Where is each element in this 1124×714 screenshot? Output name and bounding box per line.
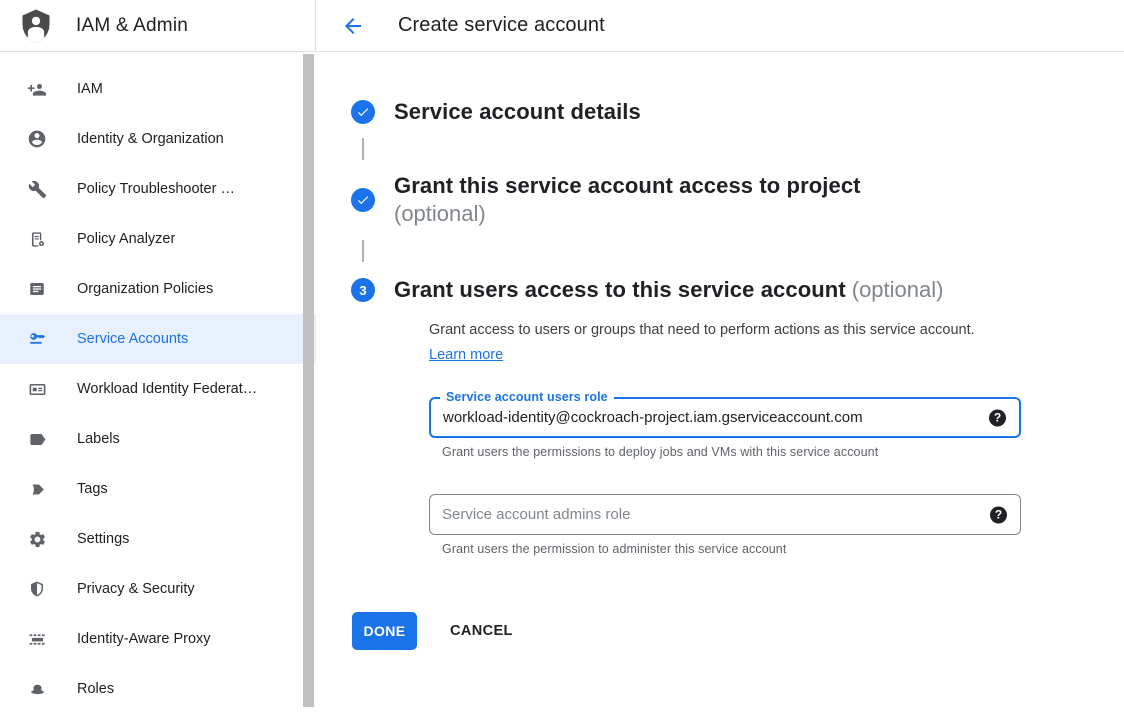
admins-role-field-box: ? bbox=[429, 494, 1021, 535]
cancel-button[interactable]: CANCEL bbox=[450, 623, 513, 639]
sidebar-item-label: Organization Policies bbox=[77, 281, 213, 297]
account-circle-icon bbox=[27, 129, 47, 149]
sidebar-item-label: Policy Troubleshooter … bbox=[77, 181, 235, 197]
stepper-content: Service account details Grant this servi… bbox=[316, 52, 1124, 650]
main-panel: Create service account Service account d… bbox=[316, 0, 1124, 707]
iam-shield-logo-icon bbox=[18, 7, 54, 45]
sidebar-item-label: Service Accounts bbox=[77, 331, 188, 347]
policy-analyzer-icon bbox=[27, 229, 47, 249]
sidebar-item-label: Identity & Organization bbox=[77, 131, 224, 147]
sidebar-item-privacy-security[interactable]: Privacy & Security bbox=[0, 564, 316, 614]
description-text: Grant access to users or groups that nee… bbox=[429, 322, 975, 338]
admins-role-input[interactable] bbox=[430, 495, 1020, 534]
sidebar-item-label: Tags bbox=[77, 481, 108, 497]
sidebar-item-label: Roles bbox=[77, 681, 114, 697]
tag-icon bbox=[27, 479, 47, 499]
back-arrow-icon[interactable] bbox=[341, 14, 365, 38]
shield-icon bbox=[27, 579, 47, 599]
admins-role-field-group: ? Grant users the permission to administ… bbox=[429, 494, 1124, 556]
person-add-icon bbox=[27, 79, 47, 99]
sidebar-item-label: Labels bbox=[77, 431, 120, 447]
sidebar-item-settings[interactable]: Settings bbox=[0, 514, 316, 564]
hat-icon bbox=[27, 679, 47, 699]
sidebar-item-label: Settings bbox=[77, 531, 129, 547]
sidebar-nav: IAM Identity & Organization Policy Troub… bbox=[0, 52, 316, 714]
sidebar-item-service-accounts[interactable]: Service Accounts bbox=[0, 314, 316, 364]
gear-icon bbox=[27, 529, 47, 549]
sidebar-item-label: IAM bbox=[77, 81, 103, 97]
step-3-body: Grant access to users or groups that nee… bbox=[429, 318, 1124, 650]
page-header: Create service account bbox=[316, 0, 1124, 52]
step-2: Grant this service account access to pro… bbox=[351, 172, 1124, 228]
step-3-title: Grant users access to this service accou… bbox=[394, 277, 846, 302]
stepper-connector bbox=[362, 138, 364, 160]
sidebar-item-iam[interactable]: IAM bbox=[0, 64, 316, 114]
sidebar-item-policy-analyzer[interactable]: Policy Analyzer bbox=[0, 214, 316, 264]
sidebar-item-labels[interactable]: Labels bbox=[0, 414, 316, 464]
step-2-check-icon bbox=[351, 188, 375, 212]
sidebar-item-policy-troubleshooter[interactable]: Policy Troubleshooter … bbox=[0, 164, 316, 214]
users-role-input[interactable] bbox=[431, 399, 1019, 436]
step-3-description: Grant access to users or groups that nee… bbox=[429, 318, 987, 368]
badge-card-icon bbox=[27, 379, 47, 399]
sidebar-item-label: Privacy & Security bbox=[77, 581, 195, 597]
learn-more-link[interactable]: Learn more bbox=[429, 347, 503, 363]
users-role-field-box: Service account users role ? bbox=[429, 397, 1021, 438]
form-actions: DONE CANCEL bbox=[352, 612, 1124, 650]
sidebar-item-identity-organization[interactable]: Identity & Organization bbox=[0, 114, 316, 164]
product-title: IAM & Admin bbox=[76, 15, 188, 37]
document-lines-icon bbox=[27, 279, 47, 299]
proxy-icon bbox=[27, 629, 47, 649]
done-button[interactable]: DONE bbox=[352, 612, 417, 650]
admins-role-helper-text: Grant users the permission to administer… bbox=[429, 542, 1124, 556]
users-role-field-label: Service account users role bbox=[440, 390, 614, 404]
stepper-connector bbox=[362, 240, 364, 262]
step-1-check-icon bbox=[351, 100, 375, 124]
label-icon bbox=[27, 429, 47, 449]
users-role-helper-text: Grant users the permissions to deploy jo… bbox=[429, 445, 1124, 459]
step-3-number-badge: 3 bbox=[351, 278, 375, 302]
step-1-title: Service account details bbox=[394, 99, 641, 124]
wrench-icon bbox=[27, 179, 47, 199]
step-3-optional-label: (optional) bbox=[852, 277, 944, 302]
service-account-key-icon bbox=[27, 329, 47, 349]
step-2-title: Grant this service account access to pro… bbox=[394, 172, 861, 200]
step-2-optional-label: (optional) bbox=[394, 200, 861, 228]
sidebar-item-workload-identity-federation[interactable]: Workload Identity Federat… bbox=[0, 364, 316, 414]
users-role-field-group: Service account users role ? Grant users… bbox=[429, 397, 1124, 459]
sidebar-header: IAM & Admin bbox=[0, 0, 316, 52]
page-title: Create service account bbox=[398, 14, 605, 37]
help-icon[interactable]: ? bbox=[989, 409, 1006, 426]
sidebar-item-label: Identity-Aware Proxy bbox=[77, 631, 211, 647]
sidebar-item-label: Workload Identity Federat… bbox=[77, 381, 257, 397]
step-1: Service account details bbox=[351, 98, 1124, 126]
sidebar-item-identity-aware-proxy[interactable]: Identity-Aware Proxy bbox=[0, 614, 316, 664]
sidebar-item-organization-policies[interactable]: Organization Policies bbox=[0, 264, 316, 314]
sidebar: IAM & Admin IAM Identity & Organization … bbox=[0, 0, 316, 707]
step-3: 3 Grant users access to this service acc… bbox=[351, 276, 1124, 304]
sidebar-scrollbar-thumb[interactable] bbox=[303, 54, 314, 707]
sidebar-item-tags[interactable]: Tags bbox=[0, 464, 316, 514]
sidebar-item-label: Policy Analyzer bbox=[77, 231, 175, 247]
help-icon[interactable]: ? bbox=[990, 506, 1007, 523]
